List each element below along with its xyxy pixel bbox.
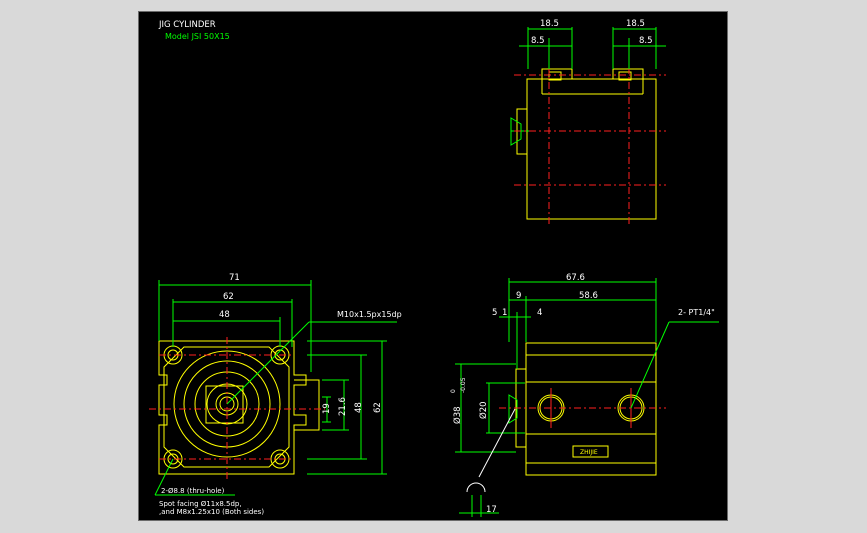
dim-height-19: 19 [322,403,332,414]
dim-width-48: 48 [219,310,230,320]
dim-dia-38-tol-upper: 0 [450,389,457,393]
dim-length-overall: 67.6 [566,273,585,283]
dim-length-body: 58.6 [579,291,598,301]
cad-drawing: JIG CYLINDER Model JSI 50X15 18.5 8.5 18… [149,19,719,517]
spot-facing-note: Spot facing Ø11x8.5dp, [159,500,242,508]
dim-dia-38-tol-lower: -0.05 [460,377,467,393]
dim-height-48: 48 [354,402,364,413]
dim-width-62: 62 [223,292,234,302]
dim-height-21-6: 21.6 [338,397,348,416]
dim-width-overall: 71 [229,273,240,283]
front-view: 71 62 48 M10x1.5px15dp 19 21.6 48 62 2-Ø… [149,273,402,516]
dim-dia-20: Ø20 [478,401,489,419]
dim-4: 4 [537,308,542,318]
dim-top-right-outer: 18.5 [626,19,645,29]
side-view: ZHIJIE 67.6 58.6 9 5 1 4 2- PT1/4" Ø38 0 [450,273,719,517]
port-note: 2- PT1/4" [678,308,715,317]
dim-top-right-inner: 8.5 [639,36,653,46]
dim-17: 17 [486,505,497,515]
tap-note: ,and M8x1.25x10 (Both sides) [159,508,264,516]
dim-5: 5 [492,308,497,318]
hole-note: 2-Ø8.8 (thru-hole) [161,487,225,495]
drawing-viewport: JIG CYLINDER Model JSI 50X15 18.5 8.5 18… [138,11,728,521]
brand-plate: ZHIJIE [580,449,598,456]
dim-height-62: 62 [373,402,383,413]
top-view: 18.5 8.5 18.5 8.5 [510,19,666,227]
dim-top-left-inner: 8.5 [531,36,545,46]
model-label: Model JSI 50X15 [165,32,230,41]
dim-top-left-outer: 18.5 [540,19,559,29]
dim-1: 1 [502,308,507,318]
dim-dia-38: Ø38 [452,406,463,424]
dim-9: 9 [516,291,521,301]
thread-note: M10x1.5px15dp [337,310,402,319]
drawing-title: JIG CYLINDER [158,20,216,30]
